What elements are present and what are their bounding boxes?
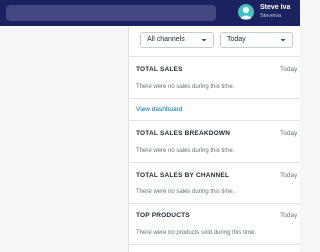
caret-down-icon — [280, 39, 286, 42]
user-name[interactable]: Steve Iva — [260, 4, 290, 11]
search-bar[interactable] — [6, 5, 216, 21]
empty-state-text: There were no products sold during this … — [136, 230, 257, 236]
card-range: Today — [280, 66, 298, 73]
divider — [129, 244, 300, 245]
divider — [129, 56, 300, 57]
channel-select[interactable]: All channels — [140, 32, 214, 48]
divider — [129, 203, 300, 204]
user-handle[interactable]: Steveiva — [260, 13, 281, 19]
date-range-select[interactable]: Today — [220, 32, 293, 48]
card-title-sales-breakdown: TOTAL SALES BREAKDOWN — [136, 130, 231, 137]
empty-state-text: There were no sales during this time. — [136, 84, 235, 90]
view-dashboard-link[interactable]: View dashboard — [136, 106, 183, 113]
caret-down-icon — [201, 39, 207, 42]
channel-select-value: All channels — [147, 36, 185, 43]
left-panel — [0, 26, 128, 252]
card-title-total-sales: TOTAL SALES — [136, 66, 183, 73]
divider — [129, 162, 300, 163]
card-range: Today — [280, 130, 298, 137]
divider — [129, 98, 300, 99]
empty-state-text: There were no sales during this time. — [136, 148, 235, 154]
card-range: Today — [280, 172, 298, 179]
card-title-top-products: TOP PRODUCTS — [136, 212, 190, 219]
card-range: Today — [280, 212, 298, 219]
empty-state-text: There were no sales during this time. — [136, 189, 235, 195]
user-avatar-icon[interactable] — [238, 4, 254, 20]
divider — [129, 120, 300, 121]
date-range-select-value: Today — [227, 36, 246, 43]
card-title-sales-by-channel: TOTAL SALES BY CHANNEL — [136, 172, 230, 179]
